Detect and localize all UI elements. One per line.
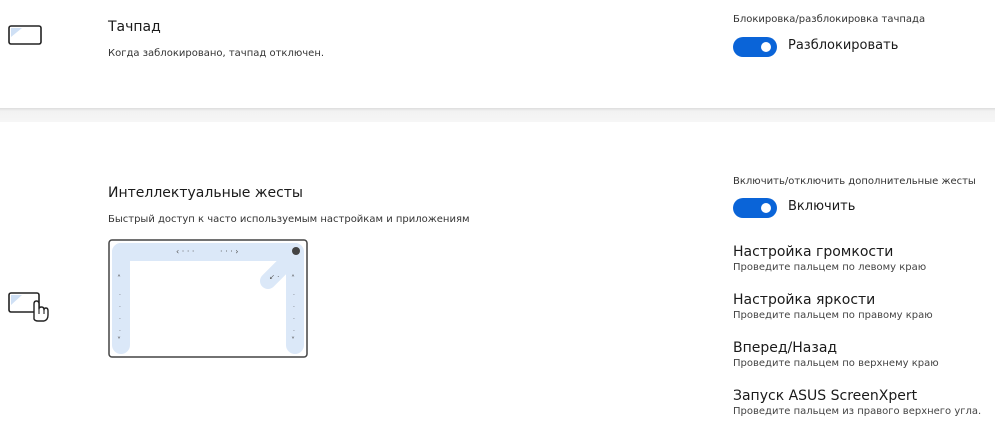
svg-text:·: · xyxy=(119,304,121,311)
gestures-toggle-label: Включить xyxy=(788,199,856,214)
touchpad-gesture-icon xyxy=(8,292,49,322)
svg-text:· · · ›: · · · › xyxy=(220,247,238,256)
gesture-title: Запуск ASUS ScreenXpert xyxy=(733,388,918,404)
gesture-item-screenxpert: Запуск ASUS ScreenXpert Проведите пальце… xyxy=(733,387,995,419)
gesture-desc: Проведите пальцем по левому краю xyxy=(733,262,927,273)
gesture-item-volume: Настройка громкости Проведите пальцем по… xyxy=(733,243,995,275)
svg-text:˅: ˅ xyxy=(291,336,295,345)
svg-text:·: · xyxy=(119,292,121,299)
gesture-diagram: ‹ · · · · · · › ˄ · · · · ˅ ˄ · · · · ˅ … xyxy=(108,239,308,358)
touchpad-lock-toggle[interactable] xyxy=(733,37,777,57)
svg-text:‹ · · ·: ‹ · · · xyxy=(176,247,194,256)
svg-text:˅: ˅ xyxy=(117,336,121,345)
gesture-title: Настройка яркости xyxy=(733,292,876,308)
svg-text:˄: ˄ xyxy=(291,274,295,283)
svg-text:·: · xyxy=(293,304,295,311)
gestures-title: Интеллектуальные жесты xyxy=(108,185,303,201)
gesture-desc: Проведите пальцем по верхнему краю xyxy=(733,358,939,369)
gesture-desc: Проведите пальцем по правому краю xyxy=(733,310,933,321)
gestures-description: Быстрый доступ к часто используемым наст… xyxy=(108,214,470,225)
toggle-knob xyxy=(761,203,771,213)
svg-text:·: · xyxy=(119,328,121,335)
touchpad-toggle-label: Разблокировать xyxy=(788,38,899,53)
touchpad-title: Тачпад xyxy=(108,19,161,35)
gesture-item-brightness: Настройка яркости Проведите пальцем по п… xyxy=(733,291,995,323)
section-divider xyxy=(0,108,995,122)
touchpad-section: Тачпад Когда заблокировано, тачпад отклю… xyxy=(0,0,995,108)
touchpad-toggle-caption: Блокировка/разблокировка тачпада xyxy=(733,14,926,25)
gesture-desc: Проведите пальцем из правого верхнего уг… xyxy=(733,406,982,417)
svg-text:·: · xyxy=(293,328,295,335)
toggle-knob xyxy=(761,42,771,52)
svg-text:·: · xyxy=(293,316,295,323)
gestures-toggle-caption: Включить/отключить дополнительные жесты xyxy=(733,176,976,187)
gesture-title: Вперед/Назад xyxy=(733,340,838,356)
gesture-title: Настройка громкости xyxy=(733,244,894,260)
svg-text:˄: ˄ xyxy=(117,274,121,283)
touchpad-icon xyxy=(8,25,42,45)
gestures-toggle[interactable] xyxy=(733,198,777,218)
svg-text:·: · xyxy=(119,316,121,323)
touchpad-description: Когда заблокировано, тачпад отключен. xyxy=(108,48,325,59)
gesture-item-forward-back: Вперед/Назад Проведите пальцем по верхне… xyxy=(733,339,995,371)
svg-text:·: · xyxy=(293,292,295,299)
svg-text:↙ ·: ↙ · xyxy=(269,273,279,281)
